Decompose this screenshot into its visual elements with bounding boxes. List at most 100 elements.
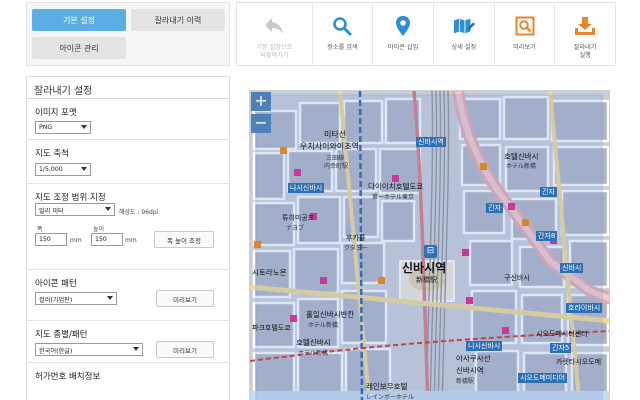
map-station-tag: 간자8 (536, 231, 558, 241)
map-label: 튜히미공프 (282, 214, 315, 222)
panel-title: 잘라내기 설정 (27, 77, 229, 99)
map-station-tag: 신바시역 (416, 137, 446, 147)
reset-settings-button[interactable]: 기본 설정으로 되돌아가기 (237, 3, 313, 65)
map-type-value: 한국어(한글) (39, 348, 73, 355)
map-label: 후카클 (346, 234, 366, 242)
map-scale-label: 지도 축척 (35, 149, 69, 159)
map-station-tag: 호라이바시 (566, 303, 603, 313)
image-format-select[interactable]: PNG (35, 121, 91, 134)
map-label: レインボーホテル (366, 394, 415, 400)
height-label: 높이 (93, 226, 105, 233)
map-type-section: 지도 종별/패턴 한국어(한글) 미리보기 (27, 321, 229, 363)
icon-pattern-preview-button[interactable]: 미리보기 (156, 290, 214, 307)
map-scale-value: 1/5,000 (39, 166, 63, 173)
zoom-out-button[interactable]: − (251, 114, 271, 133)
map-scale-select[interactable]: 1/5,000 (35, 163, 91, 176)
tab-icon-manage[interactable]: 아이콘 관리 (32, 37, 126, 59)
map-label: 아사쿠사선 (456, 354, 491, 363)
resolution-text: 해상도 : 96dpi (119, 209, 159, 216)
chevron-down-icon (81, 125, 87, 129)
map-label: クタヨー (344, 245, 368, 252)
search-place-button[interactable]: 장소를 검색 (313, 3, 374, 65)
image-format-section: 이미지 포맷 PNG (27, 99, 229, 140)
undo-arrow-icon (263, 15, 285, 37)
station-name: 신바시역 (402, 261, 447, 275)
icon-pattern-section: 아이콘 패턴 컬러(기업판) 미리보기 (27, 270, 229, 321)
map-station-tag: 신바시 (560, 263, 584, 273)
train-station-icon: ⊟ (424, 245, 437, 258)
preview-button[interactable]: 미리보기 (495, 3, 556, 65)
search-place-label: 장소를 검색 (327, 44, 358, 51)
chevron-down-icon (105, 207, 111, 211)
tab-group: 기본 설정 잘라내기 이력 아이콘 관리 (26, 2, 230, 66)
map-pin-icon (392, 15, 414, 37)
adjust-size-button[interactable]: 폭 높이 조정 (154, 231, 214, 248)
search-icon (331, 15, 353, 37)
tab-basic-settings[interactable]: 기본 설정 (32, 9, 126, 31)
map-edit-icon (453, 15, 475, 37)
map-station-tag: 긴자 (486, 203, 503, 213)
unit-value: 밀리 미터 (39, 208, 64, 215)
map-type-preview-button[interactable]: 미리보기 (156, 341, 214, 358)
width-label: 폭 (37, 226, 43, 233)
map-label: 우치사이와이초역 (300, 142, 359, 151)
range-section: 지도 조정 범위 지정 밀리 미터 해상도 : 96dpi 폭 높이 150 m… (27, 184, 229, 270)
map-label: 신바시역 (456, 366, 484, 375)
map-scale-section: 지도 축척 1/5,000 (27, 140, 229, 184)
icon-pattern-value: 컬러(기업판) (39, 297, 73, 304)
run-crop-label: 잘라내기 실행 (573, 44, 597, 59)
map-view[interactable]: 미타선 우치사이와이초역 三田線 内幸町駅 신바시역 호텔신바시 ホテル新橋 나… (249, 90, 610, 400)
icon-pattern-select[interactable]: 컬러(기업판) (35, 292, 117, 305)
image-format-label: 이미지 포맷 (35, 108, 77, 118)
preview-label: 미리보기 (513, 44, 536, 51)
map-label: 구신바시 (504, 274, 530, 282)
map-label: 新橋駅 (456, 378, 475, 385)
crop-settings-panel: 잘라내기 설정 이미지 포맷 PNG 지도 축척 1/5,000 지도 조정 범… (26, 76, 230, 400)
map-station-tag: 니시신바시 (466, 341, 503, 351)
map-label: 호텔신바시 (296, 338, 331, 347)
height-unit: mm (125, 237, 137, 244)
unit-select[interactable]: 밀리 미터 (35, 203, 115, 216)
map-label: 시오도메시티센터 (536, 330, 588, 338)
zoom-in-button[interactable]: + (251, 92, 271, 111)
map-station-tag: 긴자5 (550, 343, 572, 353)
download-icon (574, 15, 596, 37)
map-label: ホテル新橋 (308, 322, 339, 329)
insert-icon-label: 아이콘 삽입 (387, 44, 419, 51)
preview-search-icon (514, 15, 536, 37)
license-section: 허가번호 배치정보 (27, 363, 229, 400)
height-input[interactable]: 150 (91, 233, 123, 246)
map-label: 홀일신바시반칸 (306, 310, 355, 319)
detail-settings-label: 상세 설정 (451, 44, 477, 51)
map-station-tag: 긴자 (540, 187, 557, 197)
chevron-down-icon (107, 296, 113, 300)
image-format-value: PNG (39, 124, 53, 131)
tab-crop-history[interactable]: 잘라내기 이력 (131, 9, 225, 31)
width-unit: mm (70, 237, 82, 244)
run-crop-button[interactable]: 잘라내기 실행 (555, 3, 615, 65)
reset-settings-label: 기본 설정으로 되돌아가기 (256, 44, 293, 59)
map-label: ホテル新橋 (506, 163, 537, 170)
map-label: 레인보우호텔 (366, 382, 408, 391)
map-label: 시토라노몬 (252, 268, 287, 277)
map-type-select[interactable]: 한국어(한글) (35, 343, 143, 356)
range-label: 지도 조정 범위 지정 (35, 193, 106, 203)
detail-settings-button[interactable]: 상세 설정 (434, 3, 495, 65)
station-name-ja: 新橋駅 (416, 276, 437, 284)
map-label: 파크호텔도쿄 (252, 324, 291, 332)
icon-pattern-label: 아이콘 패턴 (35, 279, 77, 289)
map-label: ホテル新橋 (298, 350, 329, 357)
chevron-down-icon (81, 167, 87, 171)
map-label: 카렛타시오도메 (556, 358, 602, 366)
chevron-down-icon (133, 347, 139, 351)
map-label: 미타선 (324, 130, 347, 139)
map-type-label: 지도 종별/패턴 (35, 330, 88, 340)
toolbar: 기본 설정으로 되돌아가기 장소를 검색 아이콘 삽입 상세 설정 미리보기 잘… (236, 2, 616, 66)
map-label: ナヨブ (286, 225, 305, 232)
map-label: 다이이치호텔도쿄 (368, 182, 424, 191)
insert-icon-button[interactable]: 아이콘 삽입 (373, 3, 434, 65)
map-label: 第一ホテル東京 (372, 194, 415, 201)
map-station-tag: 나시신바시 (288, 183, 325, 193)
width-input[interactable]: 150 (35, 233, 67, 246)
license-label: 허가번호 배치정보 (35, 372, 101, 382)
